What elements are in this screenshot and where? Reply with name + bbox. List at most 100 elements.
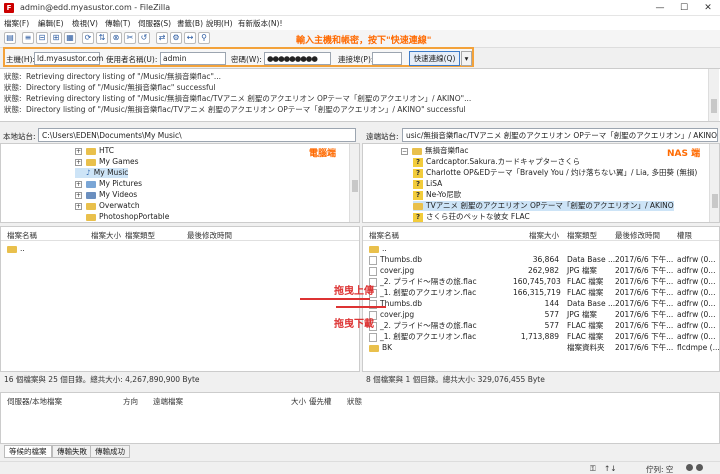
col-permissions[interactable]: 權限 (677, 230, 692, 241)
quickconnect-button[interactable]: 快速連線(Q) (409, 51, 460, 66)
col-filename[interactable]: 檔案名稱 (7, 230, 37, 241)
col-server-local[interactable]: 伺服器/本地檔案 (7, 396, 62, 407)
drag-arrow-right (300, 298, 370, 300)
col-filetype[interactable]: 檔案類型 (567, 230, 597, 241)
maximize-button[interactable]: ☐ (672, 0, 696, 16)
close-button[interactable]: ✕ (696, 0, 720, 16)
tree-item-htc[interactable]: + HTC (75, 146, 114, 156)
col-modified[interactable]: 最後修改時間 (187, 230, 232, 241)
file-row[interactable]: Thumbs.db 36,864 Data Base ... 2017/6/6 … (363, 254, 719, 265)
local-tree-scrollbar[interactable] (349, 144, 359, 222)
file-row[interactable]: _2. プライド～隔きの旅.flac 577 FLAC 檔案 2017/6/6 … (363, 320, 719, 331)
expand-icon[interactable]: + (75, 147, 82, 155)
col-filesize[interactable]: 檔案大小 (529, 230, 559, 241)
menu-bookmarks[interactable]: 書籤(B) (177, 18, 203, 29)
file-row[interactable]: _2. プライド～隔きの旅.flac 160,745,703 FLAC 檔案 2… (363, 276, 719, 287)
collapse-icon[interactable]: − (401, 147, 408, 155)
process-queue-icon[interactable]: ⇅ (96, 32, 108, 44)
unknown-folder-icon: ? (413, 190, 423, 200)
menu-transfer[interactable]: 傳輸(T) (105, 18, 130, 29)
tab-successful-transfers[interactable]: 傳輸成功 (90, 445, 130, 458)
disconnect-icon[interactable]: ✂ (124, 32, 136, 44)
file-row[interactable]: _1. 創聖のアクエリオン.flac 166,315,719 FLAC 檔案 2… (363, 287, 719, 298)
tree-item-aquarion[interactable]: TVアニメ 創聖のアクエリオン OPテーマ「創聖のアクエリオン」/ AKINO (413, 201, 674, 211)
tree-item-flac[interactable]: − 無損音樂flac (401, 146, 468, 156)
search-icon[interactable]: ⚲ (198, 32, 210, 44)
annotation-nas: NAS 端 (667, 149, 701, 159)
tree-item-my-pictures[interactable]: + My Pictures (75, 179, 142, 189)
tree-item-my-music[interactable]: +♪My Music (75, 168, 129, 178)
tree-item-overwatch[interactable]: + Overwatch (75, 201, 140, 211)
col-direction[interactable]: 方向 (123, 396, 138, 407)
remote-tree-icon[interactable]: ⊞ (50, 32, 62, 44)
transfer-queue-icon[interactable]: ▦ (64, 32, 76, 44)
file-row[interactable]: cover.jpg 262,982 JPG 檔案 2017/6/6 下午... … (363, 265, 719, 276)
tree-item-lisa[interactable]: ? LiSA (413, 179, 442, 189)
minimize-button[interactable]: — (648, 0, 672, 16)
file-row[interactable]: .. (1, 243, 359, 254)
expand-icon[interactable]: + (75, 180, 82, 188)
tab-queued-files[interactable]: 等候的檔案 (4, 445, 52, 458)
menu-server[interactable]: 伺服器(S) (138, 18, 171, 29)
log-scrollbar[interactable] (708, 69, 719, 121)
tree-item-photoshopportable[interactable]: +PhotoshopPortable (75, 212, 169, 222)
annotation-drag-upload: 拖曳上傳 (334, 286, 374, 297)
file-row[interactable]: BK 檔案資料夾 2017/6/6 下午... flcdmpe (... (363, 342, 719, 353)
filter-icon[interactable]: ⚙ (170, 32, 182, 44)
menu-edit[interactable]: 編輯(E) (38, 18, 64, 29)
col-filetype[interactable]: 檔案類型 (125, 230, 155, 241)
file-row[interactable]: .. (363, 243, 719, 254)
menu-help[interactable]: 說明(H) (206, 18, 233, 29)
local-path-input[interactable]: C:\Users\EDEN\Documents\My Music\ (38, 128, 356, 142)
remote-tree-scrollbar[interactable] (709, 144, 719, 222)
host-input[interactable]: ld.myasustor.com (34, 52, 103, 65)
password-input[interactable]: ●●●●●●●●● (264, 52, 331, 65)
tree-item-cardcaptor[interactable]: ? Cardcaptor.Sakura.カードキャプターさくら (413, 157, 580, 167)
file-row[interactable]: Thumbs.db 144 Data Base ... 2017/6/6 下午.… (363, 298, 719, 309)
port-input[interactable] (372, 52, 402, 65)
menu-file[interactable]: 檔案(F) (4, 18, 29, 29)
expand-icon[interactable]: + (75, 202, 82, 210)
expand-icon[interactable]: + (75, 191, 82, 199)
col-priority[interactable]: 優先權 (309, 396, 332, 407)
expand-icon[interactable]: + (75, 158, 82, 166)
file-row[interactable]: cover.jpg 577 JPG 檔案 2017/6/6 下午... adfr… (363, 309, 719, 320)
tree-item-neyo[interactable]: ? Ne-Yo尼歐 (413, 190, 461, 200)
remote-file-list: 檔案名稱 檔案大小 檔案類型 最後修改時間 權限 .. Thumbs.db 36… (362, 226, 720, 372)
col-modified[interactable]: 最後修改時間 (615, 230, 660, 241)
reconnect-icon[interactable]: ↺ (138, 32, 150, 44)
tree-item-my-games[interactable]: + My Games (75, 157, 139, 167)
tree-item-charlotte[interactable]: ? Charlotte OP&EDテーマ「Bravely You / 灼け落ちない… (413, 168, 697, 178)
remote-tree-scroll-thumb[interactable] (712, 194, 718, 208)
quickconnect-bar: 主機(H): ld.myasustor.com 使用者名稱(U): admin … (3, 47, 474, 67)
log-line: 狀態: Retrieving directory listing of "/Mus… (4, 94, 472, 103)
site-manager-icon[interactable]: ▤ (4, 32, 16, 44)
tab-failed-transfers[interactable]: 傳輸失敗 (52, 445, 92, 458)
quickconnect-dropdown[interactable]: ▾ (461, 51, 472, 66)
col-remote-file[interactable]: 遠端檔案 (153, 396, 183, 407)
refresh-icon[interactable]: ⟳ (82, 32, 94, 44)
folder-icon (412, 147, 422, 155)
folder-icon (86, 147, 96, 155)
remote-path-input[interactable]: usic/無損音樂flac/TVアニメ 創聖のアクエリオン OPテーマ「創聖のア… (402, 128, 718, 142)
cancel-icon[interactable]: ⊗ (110, 32, 122, 44)
tree-item-sakurasou[interactable]: ? さくら荘のペットな彼女 FLAC (413, 212, 530, 222)
col-filename[interactable]: 檔案名稱 (369, 230, 399, 241)
col-filesize[interactable]: 檔案大小 (91, 230, 121, 241)
col-size[interactable]: 大小 (291, 396, 306, 407)
sync-browse-icon[interactable]: ↔ (184, 32, 196, 44)
menu-view[interactable]: 檢視(V) (72, 18, 98, 29)
col-status[interactable]: 狀態 (347, 396, 362, 407)
file-row[interactable]: _1. 創聖のアクエリオン.flac 1,713,889 FLAC 檔案 201… (363, 331, 719, 342)
local-tree-scroll-thumb[interactable] (352, 180, 358, 192)
log-scroll-thumb[interactable] (711, 99, 717, 113)
local-site-label: 本地站台: (3, 132, 36, 141)
annotation-quickconnect: 輸入主機和帳密，按下"快速連線" (296, 36, 432, 46)
tree-item-my-videos[interactable]: + My Videos (75, 190, 137, 200)
message-log-icon[interactable]: ≡ (22, 32, 34, 44)
local-tree-icon[interactable]: ⊟ (36, 32, 48, 44)
menu-new-version[interactable]: 有新版本(N)! (238, 18, 282, 29)
username-input[interactable]: admin (160, 52, 226, 65)
directory-compare-icon[interactable]: ⇄ (156, 32, 168, 44)
local-sitebar: 本地站台: C:\Users\EDEN\Documents\My Music\ (0, 128, 358, 143)
